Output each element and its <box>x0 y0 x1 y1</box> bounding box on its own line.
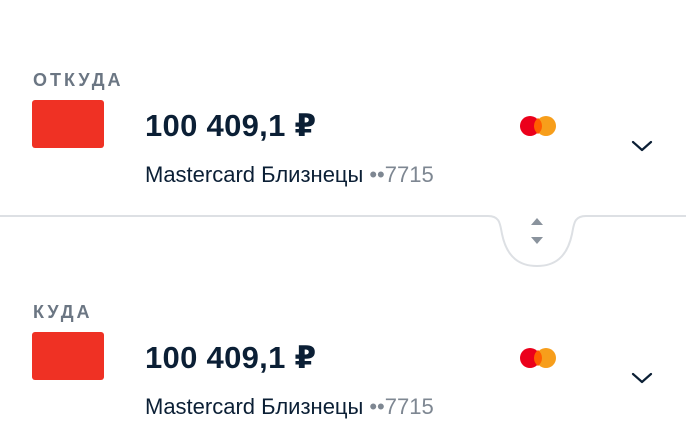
from-card-balance: 100 409,1 ₽ <box>145 108 317 143</box>
swap-vertical-icon[interactable] <box>517 214 557 254</box>
from-card-selector[interactable]: 100 409,1 ₽ Mastercard Близнецы ••7715 <box>0 100 686 200</box>
section-divider <box>0 215 686 268</box>
to-card-balance: 100 409,1 ₽ <box>145 340 317 375</box>
to-card-name-line: Mastercard Близнецы ••7715 <box>145 394 434 420</box>
to-label: КУДА <box>33 302 93 322</box>
mastercard-logo-icon <box>520 348 556 368</box>
from-card-name: Mastercard Близнецы <box>145 162 364 187</box>
mastercard-logo-icon <box>520 116 556 136</box>
from-label: ОТКУДА <box>33 70 124 90</box>
from-card-name-line: Mastercard Близнецы ••7715 <box>145 162 434 188</box>
to-card-name: Mastercard Близнецы <box>145 394 364 419</box>
chevron-down-icon[interactable] <box>628 368 656 388</box>
to-card-mask: ••7715 <box>369 394 434 419</box>
to-card-thumbnail <box>32 332 104 380</box>
chevron-down-icon[interactable] <box>628 136 656 156</box>
from-card-mask: ••7715 <box>369 162 434 187</box>
to-card-selector[interactable]: 100 409,1 ₽ Mastercard Близнецы ••7715 <box>0 332 686 432</box>
from-card-thumbnail <box>32 100 104 148</box>
